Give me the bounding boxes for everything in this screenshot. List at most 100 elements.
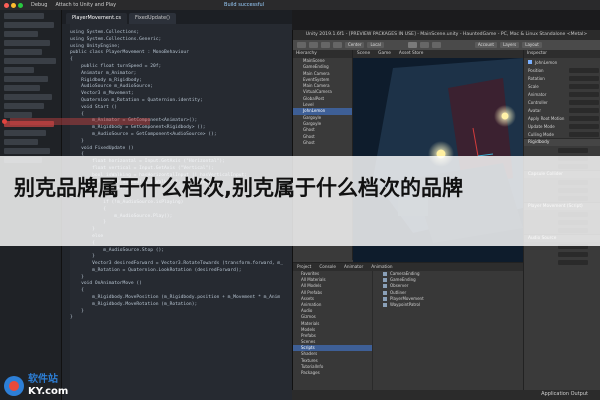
tab-asset-store[interactable]: Asset Store: [399, 50, 423, 58]
tab-animator[interactable]: Animator: [344, 263, 363, 271]
component-field[interactable]: [558, 251, 588, 257]
account-dropdown[interactable]: Account: [474, 42, 497, 48]
window-minimize-icon[interactable]: [11, 2, 16, 8]
status-application-output[interactable]: Application Output: [541, 391, 588, 397]
scene-tab-bar: Scene Game Asset Store: [353, 50, 523, 58]
code-line[interactable]: Vector3 desiredForward = Vector3.RotateT…: [70, 261, 292, 268]
code-line[interactable]: Vector3 m_Movement;: [70, 91, 292, 98]
inspector-property-row: Update Mode: [524, 122, 600, 130]
inspector-property-field[interactable]: [569, 115, 599, 121]
component-header[interactable]: Rigidbody: [524, 138, 600, 146]
inspector-property-field[interactable]: [569, 67, 599, 73]
hand-tool-icon[interactable]: [297, 42, 306, 48]
pivot-center-toggle[interactable]: Center: [345, 42, 365, 48]
breakpoint-line-highlight: [10, 118, 150, 125]
inspector-property-field[interactable]: [569, 123, 599, 129]
code-line[interactable]: void Start (): [70, 105, 292, 112]
inspector-property-label: Avatar: [528, 107, 541, 113]
inspector-property-label: Scale: [528, 83, 539, 89]
hierarchy-item[interactable]: Ghost: [293, 140, 352, 146]
pause-icon[interactable]: [419, 42, 429, 48]
project-file-item[interactable]: WaypointPatrol: [375, 302, 523, 308]
play-icon[interactable]: [407, 42, 417, 48]
script-file-icon: [383, 296, 387, 301]
code-line[interactable]: public float turnSpeed = 20f;: [70, 64, 292, 71]
project-file-label: WaypointPatrol: [390, 301, 421, 307]
code-line[interactable]: m_AudioSource.Stop ();: [70, 248, 292, 255]
project-folder-item[interactable]: Packages: [293, 370, 372, 376]
inspector-property-label: Apply Root Motion: [528, 115, 565, 121]
layout-dropdown[interactable]: Layout: [522, 42, 542, 48]
code-line[interactable]: void OnAnimatorMove (): [70, 281, 292, 288]
inspector-property-row: Controller: [524, 98, 600, 106]
explorer-item[interactable]: [4, 85, 40, 91]
object-name[interactable]: JohnLemon: [535, 60, 557, 65]
component-field[interactable]: [558, 259, 588, 265]
code-line[interactable]: }: [70, 139, 292, 146]
pivot-local-toggle[interactable]: Local: [367, 42, 384, 48]
inspector-property-row: Avatar: [524, 106, 600, 114]
explorer-item[interactable]: [4, 13, 44, 19]
inspector-property-field[interactable]: [569, 131, 599, 137]
code-line[interactable]: using System.Collections;: [70, 30, 292, 37]
inspector-property-field[interactable]: [569, 75, 599, 81]
code-line[interactable]: m_Rigidbody.MoveRotation (m_Rotation);: [70, 302, 292, 309]
explorer-item[interactable]: [4, 67, 34, 73]
step-icon[interactable]: [431, 42, 441, 48]
explorer-item[interactable]: [4, 58, 56, 64]
inspector-property-field[interactable]: [569, 107, 599, 113]
explorer-item[interactable]: [4, 94, 52, 100]
component-field[interactable]: [558, 147, 588, 153]
explorer-item[interactable]: [4, 76, 48, 82]
code-line[interactable]: Animator m_Animator;: [70, 71, 292, 78]
tab-animation[interactable]: Animation: [371, 263, 392, 271]
tab-playermovement[interactable]: PlayerMovement.cs: [66, 13, 127, 24]
rotate-tool-icon[interactable]: [321, 42, 330, 48]
inspector-property-field[interactable]: [569, 83, 599, 89]
inspector-property-field[interactable]: [569, 91, 599, 97]
inspector-property-row: Animator: [524, 90, 600, 98]
explorer-item[interactable]: [4, 130, 46, 136]
hierarchy-header[interactable]: Hierarchy: [293, 50, 352, 58]
explorer-item[interactable]: [4, 139, 38, 145]
explorer-item[interactable]: [4, 49, 42, 55]
tab-breadcrumb-fixedupdate[interactable]: FixedUpdate(): [129, 13, 176, 24]
project-tab-bar: Project Console Animator Animation: [293, 263, 523, 271]
code-line[interactable]: m_AudioSource = GetComponent<AudioSource…: [70, 132, 292, 139]
tab-game[interactable]: Game: [378, 50, 391, 58]
inspector-property-row: Scale: [524, 82, 600, 90]
window-maximize-icon[interactable]: [18, 2, 23, 8]
code-line[interactable]: Quaternion m_Rotation = Quaternion.ident…: [70, 98, 292, 105]
code-line[interactable]: }: [70, 315, 292, 322]
unity-window-title: Unity 2019.1.6f1 - [PREVIEW PACKAGES IN …: [293, 30, 600, 40]
code-line[interactable]: m_Rigidbody = GetComponent<Rigidbody> ()…: [70, 125, 292, 132]
gameobject-checkbox[interactable]: [528, 60, 532, 64]
debug-config-label[interactable]: Debug: [31, 2, 47, 8]
lamp-light-icon: [501, 112, 509, 120]
component-field-row: [524, 146, 600, 154]
window-close-icon[interactable]: [4, 2, 9, 8]
code-line[interactable]: {: [70, 57, 292, 64]
tab-project[interactable]: Project: [297, 263, 311, 271]
inspector-header[interactable]: Inspector: [524, 50, 600, 58]
move-tool-icon[interactable]: [309, 42, 318, 48]
unity-toolbar: Center Local Account Layers Layout: [293, 40, 600, 50]
explorer-item[interactable]: [4, 148, 50, 154]
layers-dropdown[interactable]: Layers: [500, 42, 520, 48]
inspector-property-field[interactable]: [569, 99, 599, 105]
code-line[interactable]: using System.Collections.Generic;: [70, 37, 292, 44]
tab-scene[interactable]: Scene: [357, 50, 370, 58]
explorer-item[interactable]: [4, 40, 50, 46]
breakpoint-icon[interactable]: [2, 119, 7, 124]
code-line[interactable]: public class PlayerMovement : MonoBehavi…: [70, 50, 292, 57]
code-line[interactable]: m_Rigidbody.MovePosition (m_Rigidbody.po…: [70, 295, 292, 302]
explorer-item[interactable]: [4, 31, 38, 37]
scale-tool-icon[interactable]: [333, 42, 342, 48]
explorer-item[interactable]: [4, 103, 44, 109]
tab-console[interactable]: Console: [319, 263, 336, 271]
explorer-item[interactable]: [4, 22, 54, 28]
code-line[interactable]: void FixedUpdate (): [70, 146, 292, 153]
attach-target-label[interactable]: Attach to Unity and Play: [55, 2, 116, 8]
code-line[interactable]: }: [70, 309, 292, 316]
code-line[interactable]: m_Rotation = Quaternion.LookRotation (de…: [70, 268, 292, 275]
